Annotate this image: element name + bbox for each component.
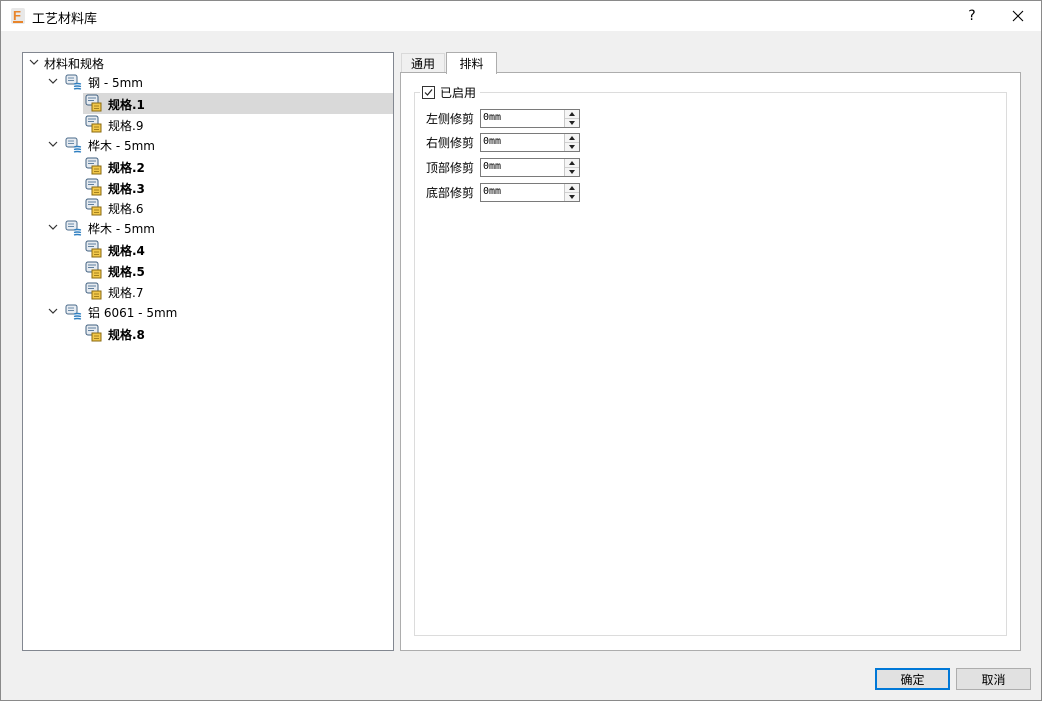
left-trim-spinbox[interactable]: 0mm bbox=[480, 109, 580, 128]
material-icon bbox=[65, 303, 83, 321]
top-trim-spinbox[interactable]: 0mm bbox=[480, 158, 580, 177]
spec-icon bbox=[85, 282, 103, 300]
nesting-tab-pane: 已启用 左侧修剪 0mm 右侧修剪 0mm 顶部修剪 0mm 底部修剪 0mm bbox=[400, 72, 1021, 651]
tree-spec-label[interactable]: 规格.7 bbox=[108, 284, 143, 301]
top-trim-value[interactable]: 0mm bbox=[483, 161, 501, 172]
title-bar: F 工艺材料库 ? bbox=[1, 1, 1041, 31]
tab-general[interactable]: 通用 bbox=[401, 53, 445, 73]
tree-spec-label[interactable]: 规格.3 bbox=[108, 180, 145, 197]
chevron-down-icon[interactable] bbox=[47, 75, 59, 87]
enabled-checkbox-row[interactable]: 已启用 bbox=[420, 83, 481, 101]
tab-nesting[interactable]: 排料 bbox=[446, 52, 497, 74]
right-trim-label: 右侧修剪 bbox=[426, 136, 475, 150]
tree-spec-label[interactable]: 规格.1 bbox=[108, 96, 145, 113]
spin-down-button[interactable] bbox=[565, 143, 579, 151]
spin-arrows bbox=[564, 134, 579, 151]
material-icon bbox=[65, 219, 83, 237]
material-icon bbox=[65, 73, 83, 91]
enabled-checkbox[interactable] bbox=[422, 85, 435, 99]
top-trim-label: 顶部修剪 bbox=[426, 161, 475, 175]
tree-spec-label[interactable]: 规格.9 bbox=[108, 117, 143, 134]
tree-root-label[interactable]: 材料和规格 bbox=[44, 55, 104, 72]
chevron-down-icon[interactable] bbox=[47, 221, 59, 233]
chevron-down-icon[interactable] bbox=[47, 305, 59, 317]
tree-spec-label[interactable]: 规格.4 bbox=[108, 242, 145, 259]
bottom-trim-spinbox[interactable]: 0mm bbox=[480, 183, 580, 202]
checkmark-icon bbox=[424, 88, 433, 96]
chevron-down-icon[interactable] bbox=[47, 138, 59, 150]
tree-material-label[interactable]: 桦木 - 5mm bbox=[88, 137, 155, 154]
arrow-down-icon bbox=[569, 121, 575, 125]
spin-down-button[interactable] bbox=[565, 168, 579, 176]
left-trim-value[interactable]: 0mm bbox=[483, 112, 501, 123]
arrow-up-icon bbox=[569, 161, 575, 165]
spin-up-button[interactable] bbox=[565, 134, 579, 143]
tree-material-label[interactable]: 桦木 - 5mm bbox=[88, 220, 155, 237]
spec-icon bbox=[85, 94, 103, 112]
spec-icon bbox=[85, 115, 103, 133]
material-icon bbox=[65, 136, 83, 154]
spin-up-button[interactable] bbox=[565, 110, 579, 119]
tree-material-label[interactable]: 钢 - 5mm bbox=[88, 74, 143, 91]
spin-up-button[interactable] bbox=[565, 159, 579, 168]
spin-arrows bbox=[564, 110, 579, 127]
app-logo-icon: F bbox=[11, 8, 25, 24]
arrow-up-icon bbox=[569, 186, 575, 190]
spec-icon bbox=[85, 261, 103, 279]
arrow-up-icon bbox=[569, 136, 575, 140]
spec-icon bbox=[85, 324, 103, 342]
tree-material-label[interactable]: 铝 6061 - 5mm bbox=[88, 304, 177, 321]
spec-icon bbox=[85, 178, 103, 196]
properties-area: 通用 排料 已启用 左侧修剪 0mm 右侧修剪 0mm 顶部修剪 0mm 底部修… bbox=[400, 52, 1021, 651]
material-tree[interactable]: 材料和规格 钢 - 5mm 规格.1 规格.9 桦木 - 5mm 规格.2 规格.3 规格.… bbox=[22, 52, 394, 651]
right-trim-spinbox[interactable]: 0mm bbox=[480, 133, 580, 152]
spec-icon bbox=[85, 240, 103, 258]
tree-spec-label[interactable]: 规格.8 bbox=[108, 326, 145, 343]
spin-up-button[interactable] bbox=[565, 184, 579, 193]
chevron-down-icon[interactable] bbox=[28, 56, 40, 68]
left-trim-label: 左侧修剪 bbox=[426, 112, 475, 126]
cancel-button[interactable]: 取消 bbox=[956, 668, 1031, 690]
enabled-label: 已启用 bbox=[440, 85, 477, 100]
close-button[interactable] bbox=[995, 1, 1041, 31]
arrow-down-icon bbox=[569, 195, 575, 199]
arrow-down-icon bbox=[569, 170, 575, 174]
close-icon bbox=[1012, 10, 1024, 22]
bottom-trim-label: 底部修剪 bbox=[426, 186, 475, 200]
spin-down-button[interactable] bbox=[565, 193, 579, 201]
tree-spec-label[interactable]: 规格.6 bbox=[108, 200, 143, 217]
window-title: 工艺材料库 bbox=[32, 12, 98, 27]
dialog-window: F 工艺材料库 ? 材料和规格 钢 - 5mm 规格.1 规格.9 桦木 - 5mm 规… bbox=[0, 0, 1042, 701]
arrow-down-icon bbox=[569, 145, 575, 149]
spec-icon bbox=[85, 157, 103, 175]
arrow-up-icon bbox=[569, 112, 575, 116]
ok-button[interactable]: 确定 bbox=[875, 668, 950, 690]
help-button[interactable]: ? bbox=[949, 1, 995, 31]
tree-spec-label[interactable]: 规格.5 bbox=[108, 263, 145, 280]
tree-spec-label[interactable]: 规格.2 bbox=[108, 159, 145, 176]
bottom-trim-value[interactable]: 0mm bbox=[483, 186, 501, 197]
right-trim-value[interactable]: 0mm bbox=[483, 136, 501, 147]
spin-arrows bbox=[564, 159, 579, 176]
spin-arrows bbox=[564, 184, 579, 201]
spec-icon bbox=[85, 198, 103, 216]
spin-down-button[interactable] bbox=[565, 119, 579, 127]
